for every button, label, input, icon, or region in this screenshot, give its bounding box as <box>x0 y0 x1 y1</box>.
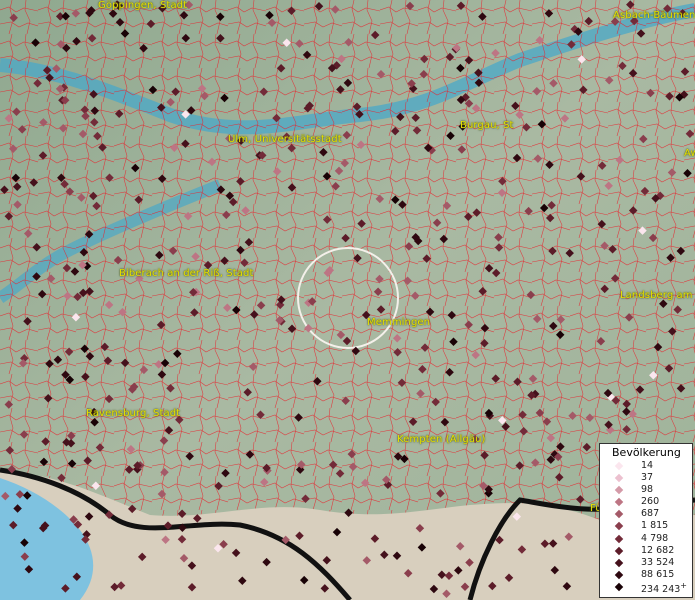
legend-label: 1 815 <box>641 520 669 532</box>
legend-label: 260 <box>641 496 660 508</box>
legend-label: 687 <box>641 508 660 520</box>
legend-swatch <box>614 510 624 519</box>
city-label-asbach[interactable]: Asbach-Bäumen <box>613 10 695 21</box>
legend-swatch <box>614 582 624 592</box>
city-label-ravensburg[interactable]: Ravensburg, Stadt <box>86 408 180 419</box>
legend-label: 14 <box>641 460 654 471</box>
city-label-biberach[interactable]: Biberach an der Riß, Stadt <box>119 268 253 279</box>
legend-swatch <box>614 570 624 580</box>
city-label-ulm[interactable]: Ulm, Universitätsstadt <box>228 134 342 145</box>
legend-entry: 234 243+ <box>600 580 692 596</box>
population-legend: Bevölkerung 14 37 98 260 687 1 815 4 798 12 682… <box>599 443 693 598</box>
city-label-kempten[interactable]: Kempten (Allgäu) <box>397 434 486 445</box>
legend-label: 12 682 <box>641 544 675 556</box>
legend-swatch <box>614 546 624 555</box>
city-label-burgau[interactable]: Burgau, St <box>460 120 514 131</box>
legend-label: 37 <box>641 472 654 484</box>
legend-swatch <box>614 485 624 495</box>
legend-label: 234 243+ <box>641 580 687 596</box>
legend-label: 33 524 <box>641 556 675 568</box>
legend-entries: 14 37 98 260 687 1 815 4 798 12 682 33 524 88 615… <box>600 460 692 596</box>
city-label-aw[interactable]: Aw <box>684 148 695 159</box>
city-label-landsberg[interactable]: Landsberg am L <box>620 290 695 301</box>
legend-swatch <box>614 498 624 507</box>
legend-label: 4 798 <box>641 532 669 544</box>
legend-swatch <box>614 534 624 543</box>
legend-label: 88 615 <box>641 568 675 580</box>
city-label-memmingen[interactable]: Memmingen <box>367 317 430 328</box>
legend-label: 98 <box>641 484 654 496</box>
legend-swatch <box>614 558 624 567</box>
legend-swatch <box>614 461 624 471</box>
city-label-goeppingen[interactable]: Göppingen, Stadt <box>98 0 187 11</box>
legend-swatch <box>614 522 624 531</box>
legend-swatch <box>614 473 624 483</box>
legend-title: Bevölkerung <box>612 446 681 459</box>
legend-plus-sign: + <box>680 580 687 590</box>
